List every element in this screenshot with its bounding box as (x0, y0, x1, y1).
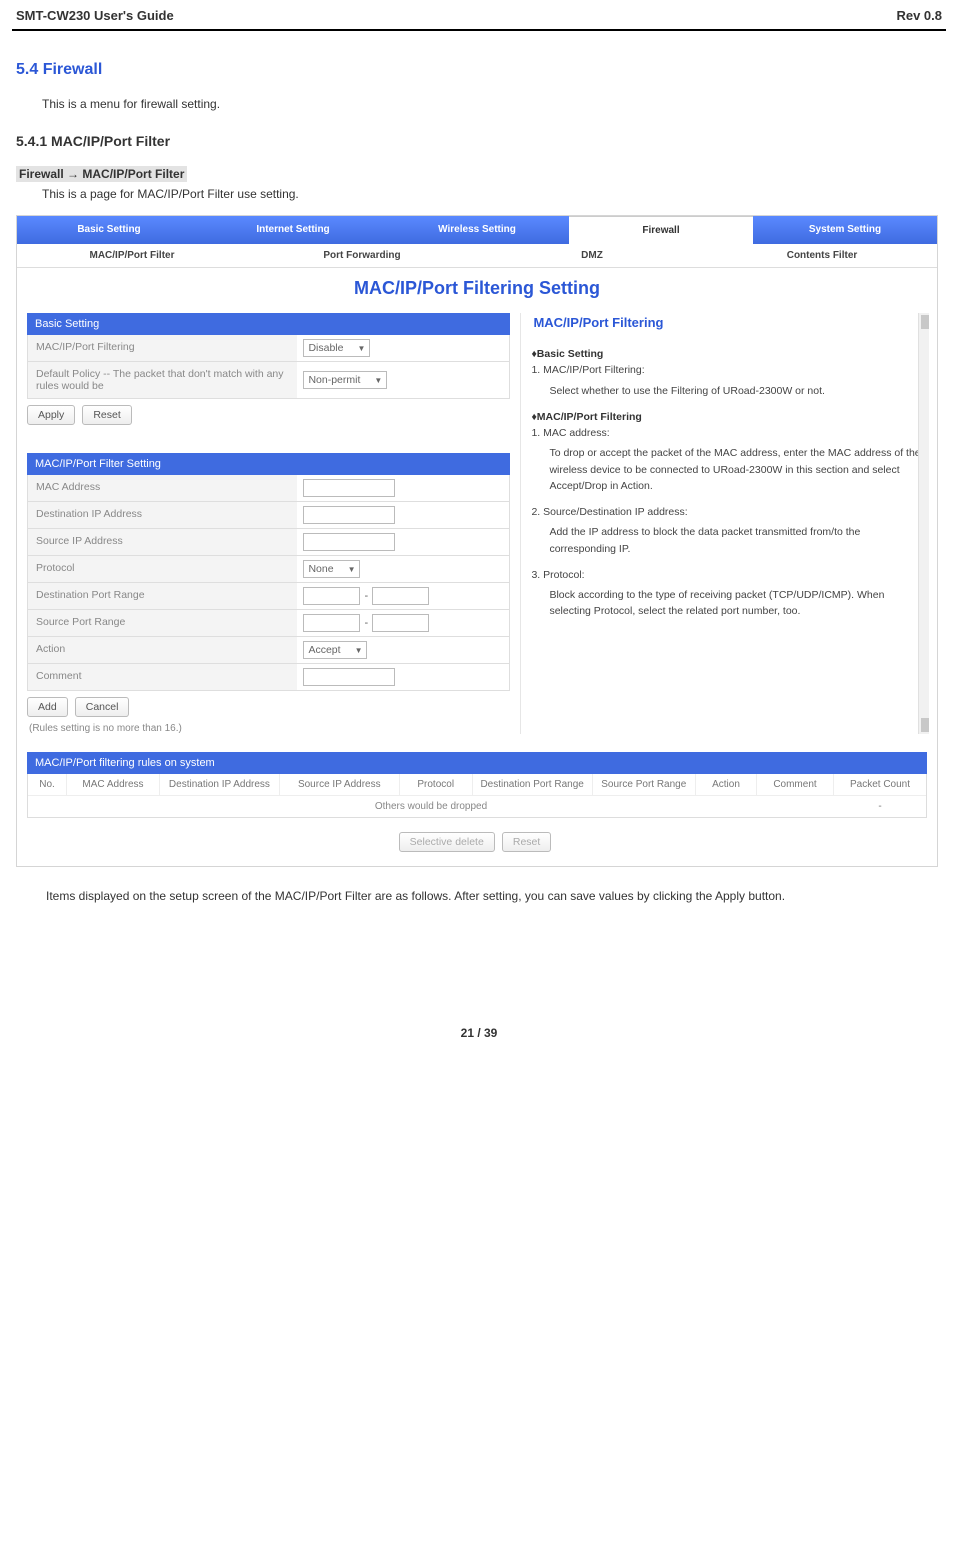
select-default-policy[interactable]: Non-permit (303, 371, 387, 389)
select-filtering[interactable]: Disable (303, 339, 370, 357)
col-mac: MAC Address (67, 774, 160, 795)
rules-reset-button[interactable]: Reset (502, 832, 551, 852)
help-filter-heading: ♦MAC/IP/Port Filtering (531, 411, 641, 423)
input-comment[interactable] (303, 668, 395, 686)
help-basic-heading: ♦Basic Setting (531, 348, 603, 360)
col-packet-count: Packet Count (834, 774, 926, 795)
tab-basic-setting[interactable]: Basic Setting (17, 216, 201, 244)
label-mac-address: MAC Address (28, 475, 297, 501)
section-intro: This is a menu for firewall setting. (42, 97, 946, 111)
select-action[interactable]: Accept (303, 641, 367, 659)
subtab-contents-filter[interactable]: Contents Filter (707, 244, 937, 267)
label-comment: Comment (28, 664, 297, 690)
col-dest-port-range: Destination Port Range (473, 774, 593, 795)
doc-header-right: Rev 0.8 (896, 8, 942, 23)
col-source-port-range: Source Port Range (593, 774, 696, 795)
help-title: MAC/IP/Port Filtering (533, 315, 927, 330)
page-footer: 21 / 39 (12, 1026, 946, 1056)
subtab-dmz[interactable]: DMZ (477, 244, 707, 267)
packet-count-dash: - (834, 795, 926, 817)
primary-tabs: Basic Setting Internet Setting Wireless … (17, 216, 937, 244)
rules-table-head-row: No. MAC Address Destination IP Address S… (28, 774, 926, 795)
input-mac-address[interactable] (303, 479, 395, 497)
help-column: MAC/IP/Port Filtering ♦Basic Setting 1. … (520, 313, 927, 734)
help-filter-3-label: 3. Protocol: (531, 569, 584, 581)
rules-table-empty-row: Others would be dropped - (28, 795, 926, 817)
select-protocol[interactable]: None (303, 560, 360, 578)
col-action: Action (696, 774, 757, 795)
breadcrumb-arrow-icon: → (67, 167, 82, 181)
subtab-port-forwarding[interactable]: Port Forwarding (247, 244, 477, 267)
input-dest-port-to[interactable] (372, 587, 429, 605)
input-dest-port-from[interactable] (303, 587, 360, 605)
router-ui-screenshot: Basic Setting Internet Setting Wireless … (16, 215, 938, 867)
doc-header: SMT-CW230 User's Guide Rev 0.8 (12, 8, 946, 23)
help-filter-2-body: Add the IP address to block the data pac… (549, 524, 927, 557)
breadcrumb-part-b: MAC/IP/Port Filter (82, 167, 184, 181)
section-heading: 5.4 Firewall (16, 61, 946, 79)
input-source-port-to[interactable] (372, 614, 429, 632)
label-dest-ip: Destination IP Address (28, 502, 297, 528)
tab-internet-setting[interactable]: Internet Setting (201, 216, 385, 244)
subsection-intro: This is a page for MAC/IP/Port Filter us… (42, 187, 946, 201)
col-comment: Comment (757, 774, 834, 795)
scrollbar[interactable] (918, 313, 929, 734)
input-source-port-from[interactable] (303, 614, 360, 632)
tab-wireless-setting[interactable]: Wireless Setting (385, 216, 569, 244)
help-filter-1-body: To drop or accept the packet of the MAC … (549, 445, 927, 494)
settings-column: Basic Setting MAC/IP/Port Filtering Disa… (27, 313, 510, 734)
help-filter-3-body: Block according to the type of receiving… (549, 587, 927, 620)
tab-system-setting[interactable]: System Setting (753, 216, 937, 244)
reset-button[interactable]: Reset (82, 405, 131, 425)
rules-limit-note: (Rules setting is no more than 16.) (29, 723, 510, 734)
apply-button[interactable]: Apply (27, 405, 75, 425)
label-filtering: MAC/IP/Port Filtering (28, 335, 297, 361)
doc-header-left: SMT-CW230 User's Guide (16, 8, 174, 23)
label-action: Action (28, 637, 297, 663)
help-filter-1-label: 1. MAC address: (531, 427, 609, 439)
follow-up-text: Items displayed on the setup screen of t… (46, 887, 912, 906)
secondary-tabs: MAC/IP/Port Filter Port Forwarding DMZ C… (17, 244, 937, 268)
label-default-policy: Default Policy -- The packet that don't … (28, 362, 297, 398)
scroll-down-icon[interactable] (921, 718, 929, 732)
help-basic-1-label: 1. MAC/IP/Port Filtering: (531, 364, 644, 376)
breadcrumb-part-a: Firewall (19, 167, 64, 181)
subsection-heading: 5.4.1 MAC/IP/Port Filter (16, 133, 946, 149)
basic-setting-header: Basic Setting (27, 313, 510, 335)
col-no: No. (28, 774, 67, 795)
col-source-ip: Source IP Address (280, 774, 400, 795)
page-title: MAC/IP/Port Filtering Setting (17, 268, 937, 313)
rules-table: No. MAC Address Destination IP Address S… (27, 774, 927, 818)
breadcrumb: Firewall → MAC/IP/Port Filter (16, 167, 946, 181)
scroll-up-icon[interactable] (921, 315, 929, 329)
cancel-button[interactable]: Cancel (75, 697, 130, 717)
label-source-ip: Source IP Address (28, 529, 297, 555)
input-source-ip[interactable] (303, 533, 395, 551)
col-dest-ip: Destination IP Address (160, 774, 280, 795)
label-source-port-range: Source Port Range (28, 610, 297, 636)
input-dest-ip[interactable] (303, 506, 395, 524)
selective-delete-button[interactable]: Selective delete (399, 832, 495, 852)
col-protocol: Protocol (400, 774, 473, 795)
rules-table-header: MAC/IP/Port filtering rules on system (27, 752, 927, 774)
header-rule (12, 29, 946, 31)
label-dest-port-range: Destination Port Range (28, 583, 297, 609)
help-filter-2-label: 2. Source/Destination IP address: (531, 506, 687, 518)
tab-firewall[interactable]: Firewall (569, 216, 753, 244)
label-protocol: Protocol (28, 556, 297, 582)
add-button[interactable]: Add (27, 697, 68, 717)
help-basic-1-body: Select whether to use the Filtering of U… (549, 383, 927, 399)
others-dropped-text: Others would be dropped (28, 795, 834, 817)
filter-setting-header: MAC/IP/Port Filter Setting (27, 453, 510, 475)
subtab-mac-ip-port-filter[interactable]: MAC/IP/Port Filter (17, 244, 247, 267)
